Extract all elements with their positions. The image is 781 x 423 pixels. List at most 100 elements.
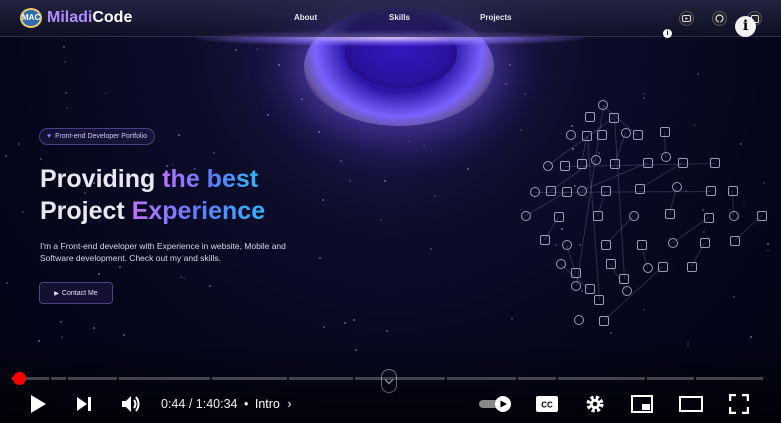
star [434,195,436,197]
heart-icon: ♥ [47,133,52,140]
progress-scrubber[interactable] [13,372,26,385]
star [349,180,351,182]
headline-line-2: Project Experience [40,195,265,227]
info-icon[interactable]: i [735,16,756,37]
star [318,131,320,133]
star [213,152,215,154]
star [743,204,745,206]
info-icon-small[interactable]: i [663,29,672,38]
gear-icon [586,395,604,413]
time-separator: / [188,397,193,411]
star [60,321,62,323]
miniplayer-button[interactable] [630,392,654,416]
star [643,93,645,95]
star [119,266,121,268]
chapter-marker [117,377,119,380]
hero-subtitle: I'm a Front-end developer with Experienc… [40,241,286,263]
play-button[interactable] [26,392,50,416]
tech-icon [574,315,584,325]
star [183,277,185,279]
chapter-marker [694,377,696,380]
star [561,228,563,230]
star [384,180,386,182]
contact-me-button[interactable]: ▶ Contact Me [39,282,113,304]
time-total: 1:40:34 [195,397,238,411]
autoplay-toggle[interactable] [478,392,514,416]
captions-button[interactable]: CC [535,392,559,416]
chevron-right-icon[interactable]: › [287,397,291,411]
chapter-marker [645,377,647,380]
star [301,98,303,100]
star [65,92,67,94]
chapter-marker [556,377,558,380]
nav-projects[interactable]: Projects [480,13,512,22]
theater-mode-button[interactable] [679,392,703,416]
star [579,244,581,246]
star [430,248,432,250]
volume-button[interactable] [119,392,143,416]
star [643,97,645,99]
star [767,250,769,252]
fullscreen-button[interactable] [727,392,751,416]
star [209,285,211,287]
github-icon[interactable] [712,11,727,26]
headline-line2-plain: Project [40,197,132,225]
star [703,231,705,233]
star [322,199,324,201]
star [598,152,600,154]
headline-line1-highlight: the best [162,165,259,193]
star [408,140,410,142]
star [123,334,125,336]
time-current: 0:44 [161,397,186,411]
star [340,160,342,162]
star [380,219,382,221]
nav-about[interactable]: About [294,13,317,22]
headline-line-1: Providing the best [40,163,265,195]
star [344,322,346,324]
star [524,93,526,95]
nav-skills[interactable]: Skills [389,13,410,22]
youtube-icon[interactable] [679,11,694,26]
star [40,158,42,160]
play-small-icon: ▶ [54,290,59,297]
chapter-marker [210,377,212,380]
tech-icon [566,130,576,140]
star [643,309,645,311]
star [423,145,425,147]
progress-bar[interactable] [12,377,763,380]
headline-line2-highlight: Experience [131,197,266,225]
star [353,319,355,321]
logo-icon[interactable]: MAC [20,8,42,28]
miniplayer-icon [631,395,653,413]
chapter-marker [445,377,447,380]
chapter-marker [49,377,51,380]
play-icon [31,395,46,413]
tech-icon [643,263,653,273]
star [702,209,704,211]
star [93,327,95,329]
chapter-title[interactable]: Intro [255,397,280,411]
chapter-bullet: • [244,397,249,411]
star [697,73,699,75]
star [509,64,511,66]
star [733,296,735,298]
next-icon [77,397,91,411]
star [467,168,469,170]
chapter-marker [66,377,68,380]
star [235,49,237,51]
star [18,143,20,145]
settings-button[interactable] [583,392,607,416]
closed-captions-icon: CC [536,396,558,412]
star [767,243,769,245]
star [740,143,742,145]
star [386,330,388,332]
star [610,332,612,334]
star [555,244,557,246]
star [323,326,325,328]
star [581,290,583,292]
brand-name[interactable]: MiladiCode [47,9,132,27]
star [571,125,573,127]
star [511,318,513,320]
next-button[interactable] [72,392,96,416]
star [178,134,180,136]
